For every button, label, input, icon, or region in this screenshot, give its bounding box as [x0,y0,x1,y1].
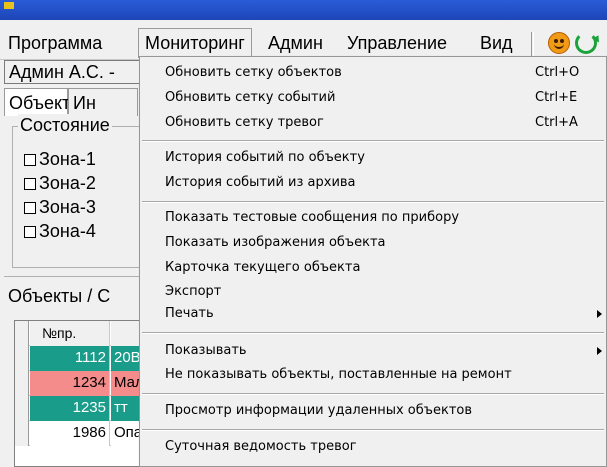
object-number: 1235 [30,396,110,421]
grid-header: №пр. [15,321,143,346]
menu-view[interactable]: Вид [474,30,519,56]
tab-object[interactable]: Объект [4,88,70,116]
menu-item-export[interactable]: Экспорт [140,280,606,304]
menu-item-show[interactable]: Показывать [140,339,606,363]
zone-4-checkbox[interactable]: Зона-4 [24,220,96,242]
menu-item-archive-event-history[interactable]: История событий из архива [140,171,606,195]
menu-bar: Программа Мониторинг Админ Управление Ви… [0,20,607,60]
menu-item-shortcut: Ctrl+E [535,90,578,105]
menu-item-daily-alarm-report[interactable]: Суточная ведомость тревог [140,435,606,459]
menu-item-object-card[interactable]: Карточка текущего объекта [140,256,606,280]
menu-control[interactable]: Управление [341,30,453,56]
table-row[interactable]: 1986 Опа [15,421,143,446]
checkbox-box[interactable] [24,226,36,238]
menu-item-label: Показывать [165,343,247,358]
zone-3-checkbox[interactable]: Зона-3 [24,196,96,218]
object-number: 1986 [30,421,110,446]
zone-label: Зона-3 [39,197,96,217]
row-indicator [15,321,29,346]
menu-item-label: Экспорт [165,284,222,299]
menu-item-label: Просмотр информации удаленных объектов [165,403,473,418]
menu-item-label: Обновить сетку объектов [165,65,342,80]
menu-item-shortcut: Ctrl+A [535,115,578,130]
zone-1-checkbox[interactable]: Зона-1 [24,148,96,170]
monitoring-dropdown-menu: Обновить сетку объектов Ctrl+O Обновить … [139,56,607,467]
menu-item-show-object-images[interactable]: Показать изображения объекта [140,231,606,255]
table-row[interactable]: 1235 тт [15,396,143,421]
zone-label: Зона-1 [39,149,96,169]
row-indicator [15,421,29,446]
menu-item-label: История событий по объекту [165,150,365,165]
menu-item-label: Карточка текущего объекта [165,260,361,275]
state-group-title: Состояние [18,114,112,136]
checkbox-box[interactable] [24,178,36,190]
refresh-icon[interactable] [575,32,597,54]
menu-separator [142,332,604,334]
menu-item-shortcut: Ctrl+O [535,65,580,80]
menu-separator [142,393,604,395]
menu-item-print[interactable]: Печать [140,302,606,326]
tab-strip: Объект Ин [4,88,144,116]
menu-item-hide-repair-objects[interactable]: Не показывать объекты, поставленные на р… [140,363,606,387]
tab-info[interactable]: Ин [68,88,138,116]
object-number: 1112 [30,346,110,371]
zone-2-checkbox[interactable]: Зона-2 [24,172,96,194]
row-indicator [15,346,29,371]
menu-item-refresh-alarms[interactable]: Обновить сетку тревог Ctrl+A [140,111,606,135]
menu-item-refresh-events[interactable]: Обновить сетку событий Ctrl+E [140,86,606,110]
checkbox-box[interactable] [24,154,36,166]
checkbox-box[interactable] [24,202,36,214]
table-row[interactable]: 1112 20В [15,346,143,371]
menu-admin[interactable]: Админ [262,30,329,56]
submenu-arrow-icon [597,347,602,355]
menu-item-label: Показать изображения объекта [165,235,386,250]
object-number: 1234 [30,371,110,396]
menu-item-deleted-objects-info[interactable]: Просмотр информации удаленных объектов [140,399,606,423]
app-icon[interactable] [4,2,14,9]
menu-program[interactable]: Программа [2,30,108,56]
menu-item-label: Печать [165,306,214,321]
smiley-icon[interactable] [548,32,570,54]
row-indicator [15,371,29,396]
objects-panel-title[interactable]: Объекты / С [8,284,110,308]
menu-separator [142,429,604,431]
objects-grid[interactable]: №пр. 1112 20В 1234 Мал 1235 тт 1986 Опа [14,320,144,467]
menu-item-show-test-messages[interactable]: Показать тестовые сообщения по прибору [140,206,606,230]
current-user: Админ А.С. - [4,60,144,84]
submenu-arrow-icon [597,310,602,318]
menu-item-label: История событий из архива [165,175,356,190]
zone-label: Зона-4 [39,221,96,241]
menu-item-object-event-history[interactable]: История событий по объекту [140,146,606,170]
menu-monitoring[interactable]: Мониторинг [138,28,252,58]
zone-label: Зона-2 [39,173,96,193]
title-bar [0,0,607,20]
row-indicator [15,396,29,421]
menu-item-label: Обновить сетку событий [165,90,336,105]
menu-separator [142,201,604,203]
table-row[interactable]: 1234 Мал [15,371,143,396]
menu-separator [142,140,604,142]
menu-item-label: Обновить сетку тревог [165,115,324,130]
menu-item-label: Не показывать объекты, поставленные на р… [165,367,512,382]
menu-item-label: Суточная ведомость тревог [165,439,357,454]
toolbar-separator [531,32,534,56]
menu-item-label: Показать тестовые сообщения по прибору [165,210,460,225]
menu-item-refresh-objects[interactable]: Обновить сетку объектов Ctrl+O [140,61,606,85]
column-header-number[interactable]: №пр. [30,321,110,346]
